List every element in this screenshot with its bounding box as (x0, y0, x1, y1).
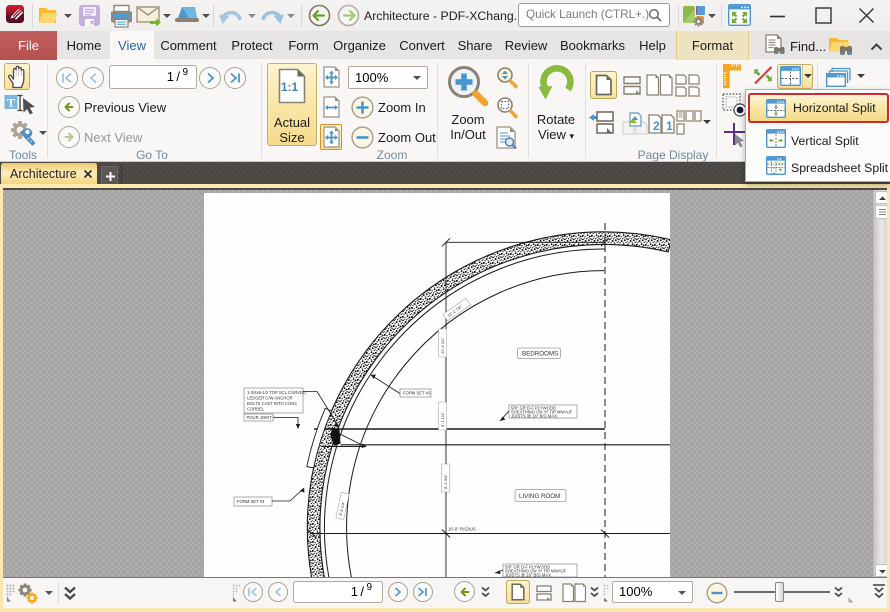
svg-text:16'-0" RADIUS: 16'-0" RADIUS (448, 527, 476, 532)
svg-text:T: T (7, 96, 15, 110)
svg-text:BOLTS CAST INTO CONC: BOLTS CAST INTO CONC (247, 401, 297, 406)
svg-text:1-3/4x9-1/2 TOP SCL CURVED: 1-3/4x9-1/2 TOP SCL CURVED (247, 390, 306, 395)
svg-text:12'-6 1/2": 12'-6 1/2" (440, 337, 445, 354)
svg-text:2: 2 (653, 119, 660, 133)
svg-text:FORM SET #3: FORM SET #3 (403, 391, 431, 396)
svg-text:BEDROOMS: BEDROOMS (522, 351, 558, 358)
svg-text:9'-1 1/4": 9'-1 1/4" (440, 412, 445, 427)
svg-text:CORBEL: CORBEL (247, 407, 265, 412)
svg-text:8'-3 3/4": 8'-3 3/4" (443, 474, 448, 489)
svg-text:FORM SET #3: FORM SET #3 (237, 499, 265, 504)
svg-text:LIVING ROOM: LIVING ROOM (519, 493, 560, 500)
svg-text:LEDGER C/W ANCHOR: LEDGER C/W ANCHOR (247, 396, 293, 401)
svg-text:POUR JOINT: POUR JOINT (247, 415, 273, 420)
svg-text:JOISTS @ 16" B/G MAX: JOISTS @ 16" B/G MAX (511, 413, 557, 418)
svg-text:1: 1 (666, 119, 673, 133)
svg-text:1:1: 1:1 (281, 80, 299, 94)
